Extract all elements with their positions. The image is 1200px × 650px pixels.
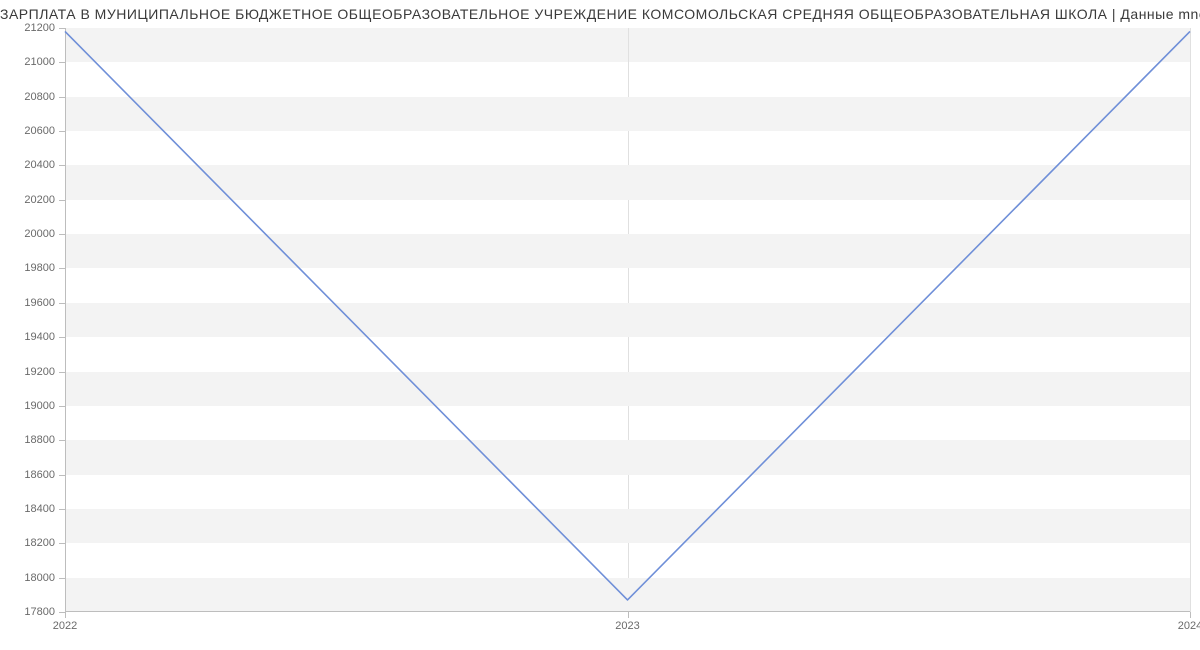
y-tick-label: 18600 [24,469,55,481]
x-tick [65,612,66,618]
line-series [65,28,1190,612]
y-tick [59,165,65,166]
x-gridline [1190,28,1191,612]
y-tick [59,509,65,510]
x-tick-label: 2022 [53,620,77,632]
y-tick [59,28,65,29]
y-tick-label: 20400 [24,159,55,171]
y-tick-label: 20200 [24,194,55,206]
y-tick-label: 21200 [24,22,55,34]
y-tick-label: 18200 [24,537,55,549]
plot-area: 1780018000182001840018600188001900019200… [65,28,1190,612]
y-tick-label: 20000 [24,228,55,240]
y-tick [59,337,65,338]
y-tick-label: 19200 [24,366,55,378]
x-tick [628,612,629,618]
y-tick-label: 19400 [24,331,55,343]
y-tick [59,200,65,201]
y-tick [59,475,65,476]
y-tick-label: 19600 [24,297,55,309]
y-tick [59,303,65,304]
x-tick-label: 2024 [1178,620,1200,632]
y-tick-label: 21000 [24,56,55,68]
y-tick [59,131,65,132]
y-tick [59,97,65,98]
chart-title: ЗАРПЛАТА В МУНИЦИПАЛЬНОЕ БЮДЖЕТНОЕ ОБЩЕО… [0,6,1200,22]
y-tick-label: 18000 [24,572,55,584]
y-tick-label: 20600 [24,125,55,137]
y-tick-label: 20800 [24,91,55,103]
y-tick [59,543,65,544]
series-line [65,31,1190,600]
y-tick-label: 19800 [24,262,55,274]
y-tick [59,234,65,235]
y-tick-label: 18800 [24,434,55,446]
x-tick-label: 2023 [615,620,639,632]
y-tick [59,578,65,579]
x-tick [1190,612,1191,618]
y-tick-label: 18400 [24,503,55,515]
y-tick [59,440,65,441]
y-tick-label: 19000 [24,400,55,412]
y-tick [59,406,65,407]
y-tick [59,62,65,63]
chart-container: ЗАРПЛАТА В МУНИЦИПАЛЬНОЕ БЮДЖЕТНОЕ ОБЩЕО… [0,0,1200,650]
y-tick-label: 17800 [24,606,55,618]
y-tick [59,268,65,269]
y-tick [59,372,65,373]
